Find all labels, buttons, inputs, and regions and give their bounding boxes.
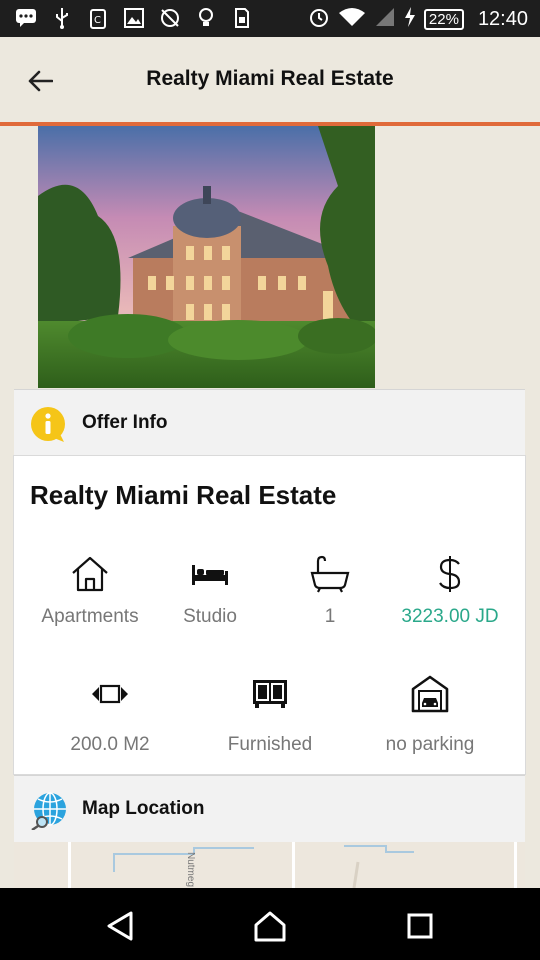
square-recents-icon <box>407 913 433 939</box>
page-title: Realty Miami Real Estate <box>146 67 394 90</box>
offer-title: Realty Miami Real Estate <box>30 480 337 510</box>
map-location-header: Map Location <box>14 775 525 843</box>
app-bar: Realty Miami Real Estate <box>0 37 540 126</box>
nav-back-button[interactable] <box>100 906 140 946</box>
offer-info-card: Realty Miami Real Estate Apartments Stud… <box>14 456 525 774</box>
area-label: 200.0 M2 <box>70 734 150 755</box>
area-icon <box>90 683 130 710</box>
area: 200.0 M2 <box>35 676 185 756</box>
map-view[interactable]: Nutmeg <box>14 842 525 888</box>
parking-label: no parking <box>385 734 475 755</box>
parking: no parking <box>355 675 505 756</box>
sim-icon <box>230 6 254 30</box>
chat-icon <box>14 6 38 30</box>
furnishing: Furnished <box>195 676 345 756</box>
usb-icon <box>50 6 74 30</box>
house-icon <box>70 555 110 598</box>
status-bar: C 22% 12:40 <box>0 0 540 37</box>
nav-home-button[interactable] <box>250 906 290 946</box>
svg-text:C: C <box>94 15 101 26</box>
wardrobe-icon <box>252 679 288 714</box>
image-icon <box>122 6 146 30</box>
offer-info-header: Offer Info <box>14 389 525 457</box>
map-location-label: Map Location <box>82 798 205 819</box>
sync-off-icon <box>158 6 182 30</box>
bed-icon <box>190 561 230 592</box>
map-street-label: Nutmeg <box>185 852 196 888</box>
globe-search-icon <box>30 792 68 832</box>
triangle-back-icon <box>107 911 133 941</box>
system-nav-bar <box>0 888 540 960</box>
info-icon <box>30 406 68 444</box>
bathtub-icon <box>310 555 350 598</box>
wifi-icon <box>338 6 366 33</box>
property-photo[interactable] <box>38 126 375 388</box>
dollar-icon <box>437 554 463 599</box>
nav-recents-button[interactable] <box>400 906 440 946</box>
clipboard-icon: C <box>86 6 110 30</box>
signal-icon <box>374 6 396 33</box>
battery-indicator: 22% <box>423 8 464 30</box>
home-outline-icon <box>254 911 286 942</box>
furnishing-label: Furnished <box>227 734 313 755</box>
offer-info-label: Offer Info <box>82 412 168 433</box>
alarm-icon <box>308 6 330 33</box>
price: 3223.00 JD <box>375 554 525 628</box>
price-label: 3223.00 JD <box>401 606 499 627</box>
charging-icon <box>404 6 416 33</box>
bulb-icon <box>194 6 218 30</box>
clock: 12:40 <box>477 7 528 30</box>
garage-icon <box>411 675 449 718</box>
